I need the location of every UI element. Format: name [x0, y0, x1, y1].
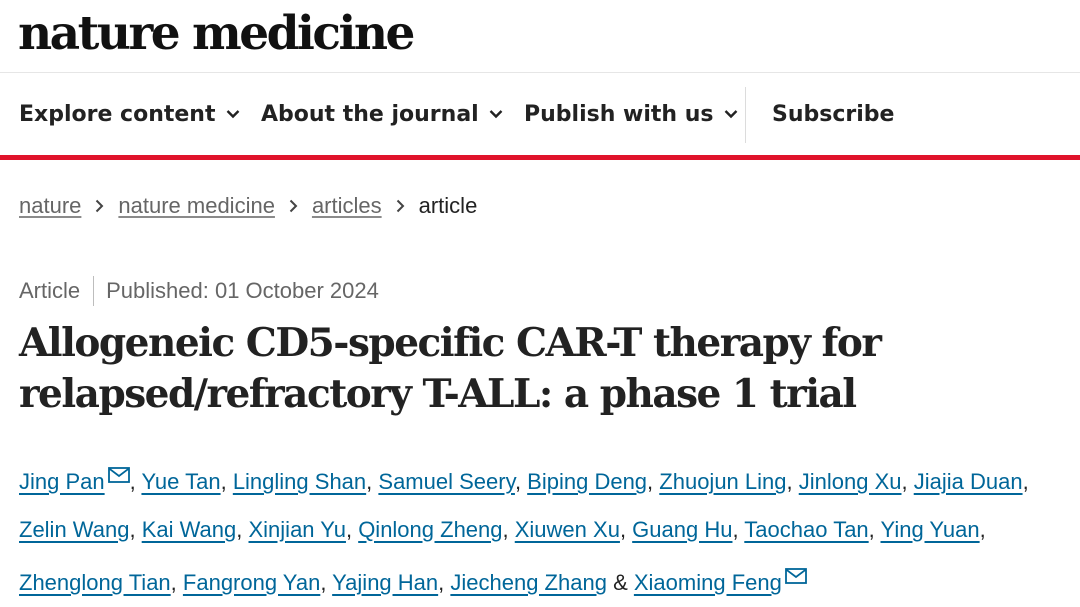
nav-publish-with-us[interactable]: Publish with us	[524, 102, 738, 127]
chevron-right-icon	[396, 199, 405, 213]
author-link[interactable]: Zhenglong Tian	[19, 570, 171, 595]
author-link[interactable]: Yue Tan	[141, 469, 220, 494]
chevron-right-icon	[289, 199, 298, 213]
breadcrumb-current: article	[418, 193, 478, 218]
nav-publish-label: Publish with us	[524, 101, 714, 127]
nav-explore-content[interactable]: Explore content	[19, 102, 240, 127]
main-nav: Explore content About the journal Publis…	[0, 73, 1080, 160]
author-link[interactable]: Fangrong Yan	[183, 570, 320, 595]
envelope-icon[interactable]	[107, 452, 130, 500]
nav-explore-label: Explore content	[19, 101, 216, 127]
nav-about-journal[interactable]: About the journal	[261, 102, 503, 127]
article-meta: Article Published: 01 October 2024	[19, 276, 379, 306]
chevron-down-icon	[226, 109, 240, 119]
envelope-icon[interactable]	[784, 553, 807, 601]
author-link[interactable]: Zelin Wang	[19, 517, 129, 542]
author-link[interactable]: Qinlong Zheng	[358, 517, 502, 542]
author-link[interactable]: Xiuwen Xu	[515, 517, 620, 542]
author-link[interactable]: Xiaoming Feng	[634, 570, 782, 595]
nav-divider	[745, 87, 746, 143]
article-title: Allogeneic CD5-specific CAR-T therapy fo…	[19, 320, 882, 417]
author-list: Jing Pan, Yue Tan, Lingling Shan, Samuel…	[19, 452, 1069, 607]
chevron-down-icon	[489, 109, 503, 119]
author-link[interactable]: Jiecheng Zhang	[450, 570, 607, 595]
meta-divider	[93, 276, 95, 306]
author-link[interactable]: Ying Yuan	[881, 517, 980, 542]
author-link[interactable]: Jinlong Xu	[799, 469, 902, 494]
author-joiner: &	[613, 570, 628, 595]
nav-subscribe[interactable]: Subscribe	[772, 102, 894, 127]
chevron-right-icon	[95, 199, 104, 213]
article-type: Article	[19, 278, 81, 303]
author-link[interactable]: Yajing Han	[332, 570, 438, 595]
nav-subscribe-label: Subscribe	[772, 101, 895, 127]
author-link[interactable]: Guang Hu	[632, 517, 732, 542]
author-link[interactable]: Xinjian Yu	[249, 517, 346, 542]
author-link[interactable]: Zhuojun Ling	[659, 469, 786, 494]
chevron-down-icon	[724, 109, 738, 119]
breadcrumb-nature-medicine[interactable]: nature medicine	[118, 193, 275, 219]
author-link[interactable]: Biping Deng	[527, 469, 647, 494]
breadcrumb-nature[interactable]: nature	[19, 193, 81, 219]
masthead: nature medicine	[0, 0, 1080, 73]
published-date: Published: 01 October 2024	[106, 278, 379, 303]
author-link[interactable]: Samuel Seery	[378, 469, 515, 494]
breadcrumb: nature nature medicine articles article	[19, 193, 477, 219]
author-link[interactable]: Lingling Shan	[233, 469, 366, 494]
breadcrumb-articles[interactable]: articles	[312, 193, 382, 219]
author-link[interactable]: Jing Pan	[19, 469, 105, 494]
journal-logo[interactable]: nature medicine	[18, 6, 415, 62]
nav-about-label: About the journal	[261, 101, 479, 127]
author-link[interactable]: Jiajia Duan	[914, 469, 1023, 494]
author-link[interactable]: Kai Wang	[142, 517, 237, 542]
author-link[interactable]: Taochao Tan	[744, 517, 868, 542]
